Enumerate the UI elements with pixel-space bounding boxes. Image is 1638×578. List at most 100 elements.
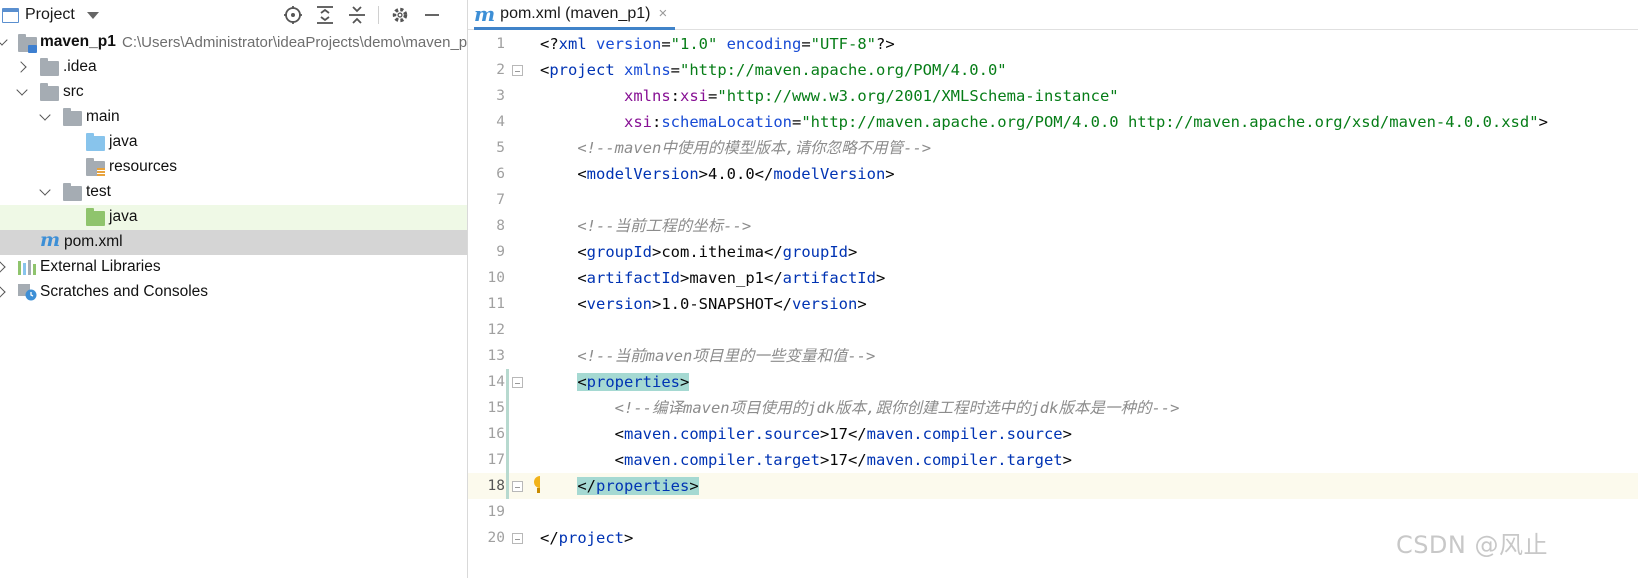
collapse-all-icon[interactable] bbox=[348, 0, 366, 30]
tree-item-main[interactable]: main bbox=[0, 105, 467, 130]
tree-item-src[interactable]: src bbox=[0, 80, 467, 105]
tree-item-label: java bbox=[109, 208, 138, 225]
chevron-right-icon[interactable] bbox=[0, 286, 6, 298]
fold-marker-icon[interactable] bbox=[512, 65, 523, 76]
fold-marker-icon[interactable] bbox=[512, 481, 523, 492]
code-line: <maven.compiler.source>17</maven.compile… bbox=[540, 421, 1072, 447]
chevron-right-icon[interactable] bbox=[15, 61, 27, 73]
code-token: >maven_p1</ bbox=[680, 269, 783, 287]
library-icon bbox=[18, 260, 36, 275]
folder-icon bbox=[40, 58, 59, 76]
tree-item-maven-p1[interactable]: maven_p1 C:\Users\Administrator\ideaProj… bbox=[0, 30, 468, 55]
code-token: maven.compiler.target bbox=[866, 451, 1063, 469]
folder-icon bbox=[40, 83, 59, 101]
line-number: 17 bbox=[487, 452, 505, 468]
line-number: 11 bbox=[487, 296, 505, 312]
code-token: version bbox=[586, 295, 652, 313]
line-number: 16 bbox=[487, 426, 505, 442]
chevron-down-icon[interactable] bbox=[86, 11, 99, 19]
code-token: xmlns bbox=[624, 87, 671, 105]
tree-item-label: main bbox=[86, 108, 120, 125]
line-number: 13 bbox=[487, 348, 505, 364]
code-token: > bbox=[847, 243, 858, 261]
chevron-right-icon[interactable] bbox=[0, 261, 6, 273]
tree-item-label: maven_p1 bbox=[40, 33, 116, 50]
close-icon[interactable]: × bbox=[658, 5, 667, 22]
project-tool-window: Project maven_p1 C:\Users\Administrator\… bbox=[0, 0, 468, 578]
code-token: maven.compiler.source bbox=[624, 425, 820, 443]
tree-item-main-java[interactable]: java bbox=[0, 130, 467, 155]
tree-item-idea[interactable]: .idea bbox=[0, 55, 467, 80]
code-token: : bbox=[670, 87, 681, 105]
code-token: project bbox=[558, 529, 624, 547]
code-line: <version>1.0-SNAPSHOT</version> bbox=[540, 291, 866, 317]
code-token: schemaLocation bbox=[661, 113, 792, 131]
code-line: xsi:schemaLocation="http://maven.apache.… bbox=[540, 109, 1548, 135]
code-line: <!--当前工程的坐标--> bbox=[540, 213, 751, 239]
chevron-down-icon[interactable] bbox=[16, 84, 28, 96]
code-line: <maven.compiler.target>17</maven.compile… bbox=[540, 447, 1072, 473]
chevron-down-icon[interactable] bbox=[39, 184, 51, 196]
project-view-selector[interactable]: Project bbox=[0, 0, 99, 30]
code-line: <!--maven中使用的模型版本,请你忽略不用管--> bbox=[540, 135, 931, 161]
code-token: < bbox=[540, 451, 624, 469]
code-token: = bbox=[801, 35, 811, 53]
code-token: = bbox=[670, 61, 681, 79]
line-number: 6 bbox=[496, 166, 505, 182]
code-token: artifactId bbox=[586, 269, 680, 287]
project-path: C:\Users\Administrator\ideaProjects\demo… bbox=[122, 34, 468, 51]
code-token: > bbox=[1062, 451, 1072, 469]
code-token: > bbox=[689, 477, 699, 495]
project-panel-title: Project bbox=[25, 6, 75, 23]
tree-item-scratches[interactable]: Scratches and Consoles bbox=[0, 280, 467, 305]
editor-gutter[interactable]: 1 2 3 4 5 6 7 8 9 10 11 12 13 14 15 16 17 18 19 20 bbox=[468, 31, 546, 578]
tab-pom-xml[interactable]: m pom.xml (maven_p1) × bbox=[474, 0, 676, 30]
code-line: </properties> bbox=[540, 473, 699, 499]
tree-item-label: resources bbox=[109, 158, 178, 175]
code-token: version bbox=[596, 35, 662, 53]
code-token: "http://maven.apache.org/POM/4.0.0" bbox=[680, 61, 1007, 79]
tree-item-resources[interactable]: resources bbox=[0, 155, 467, 180]
tree-item-test[interactable]: test bbox=[0, 180, 467, 205]
code-line: <project xmlns="http://maven.apache.org/… bbox=[540, 57, 1007, 83]
line-number: 20 bbox=[487, 530, 505, 546]
fold-marker-icon[interactable] bbox=[512, 377, 523, 388]
line-number: 10 bbox=[487, 270, 505, 286]
code-token: <!--编译maven项目使用的jdk版本,跟你创建工程时选中的jdk版本是一种… bbox=[614, 399, 1180, 417]
code-token: groupId bbox=[586, 243, 652, 261]
maven-file-icon: m bbox=[474, 1, 496, 26]
code-line: <!--当前maven项目里的一些变量和值--> bbox=[540, 343, 875, 369]
tree-item-pom-xml[interactable]: m pom.xml bbox=[0, 229, 467, 255]
code-token: > bbox=[680, 373, 690, 391]
minimize-icon[interactable] bbox=[423, 0, 441, 30]
code-token: < bbox=[540, 243, 587, 261]
expand-all-icon[interactable] bbox=[316, 0, 334, 30]
line-number: 12 bbox=[487, 322, 505, 338]
code-token: xsi bbox=[624, 113, 652, 131]
line-number: 8 bbox=[496, 218, 505, 234]
code-token: > bbox=[875, 269, 886, 287]
fold-marker-icon[interactable] bbox=[512, 533, 523, 544]
code-token: artifactId bbox=[782, 269, 876, 287]
tree-item-external-libraries[interactable]: External Libraries bbox=[0, 255, 467, 280]
chevron-down-icon[interactable] bbox=[39, 109, 51, 121]
code-token: <!--maven中使用的模型版本,请你忽略不用管--> bbox=[577, 139, 932, 157]
code-token: version bbox=[791, 295, 858, 313]
source-folder-icon bbox=[86, 133, 105, 151]
tree-item-label: .idea bbox=[63, 58, 97, 75]
code-editor[interactable]: <?xml version="1.0" encoding="UTF-8"?> <p… bbox=[540, 31, 1638, 578]
chevron-down-icon[interactable] bbox=[0, 34, 8, 46]
project-panel-header: Project bbox=[0, 0, 467, 30]
tree-item-label: Scratches and Consoles bbox=[40, 283, 209, 300]
gear-icon[interactable] bbox=[390, 0, 410, 30]
locate-icon[interactable] bbox=[283, 0, 303, 30]
code-line: </project> bbox=[540, 525, 633, 551]
vcs-change-marker[interactable] bbox=[506, 369, 509, 499]
tab-title: pom.xml (maven_p1) bbox=[500, 4, 651, 22]
tree-item-test-java[interactable]: java bbox=[0, 205, 467, 230]
scratches-icon bbox=[18, 284, 37, 301]
